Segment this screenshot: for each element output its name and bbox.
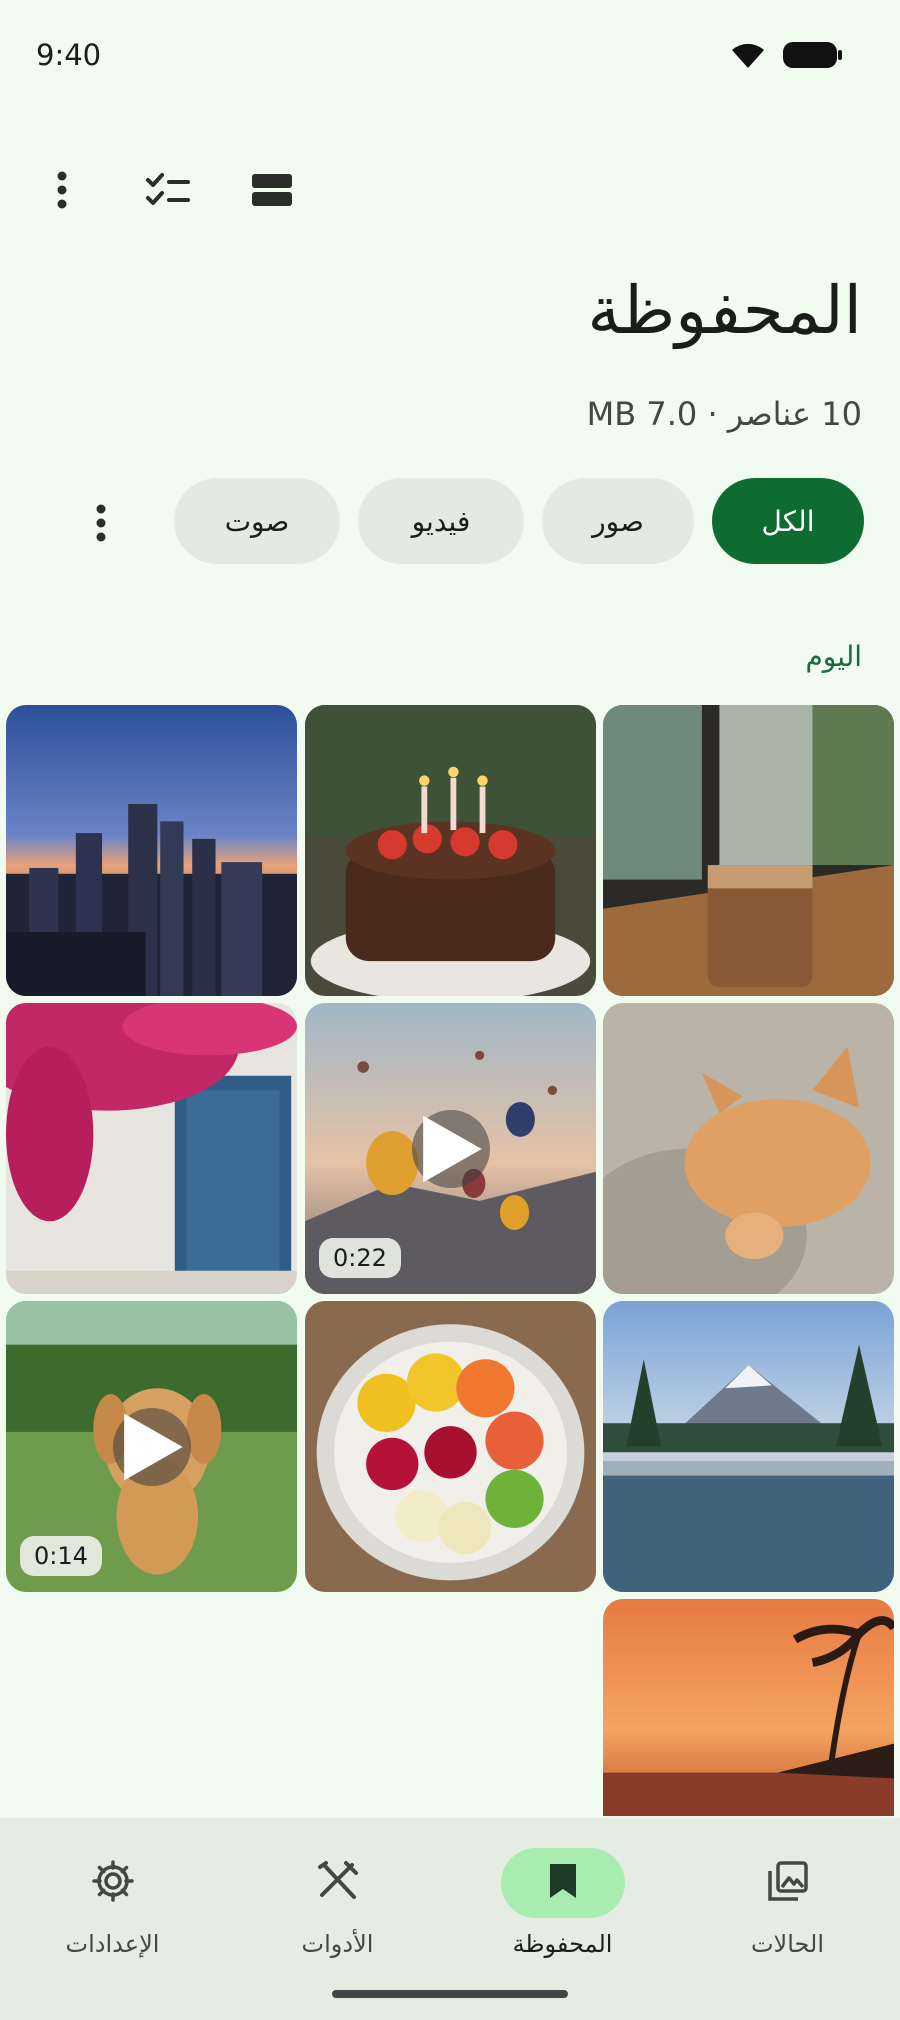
media-tile-sunset[interactable] xyxy=(603,1599,894,1816)
nav-label: الأدوات xyxy=(301,1930,374,1958)
top-toolbar xyxy=(0,150,900,230)
home-indicator[interactable] xyxy=(332,1990,568,1998)
nav-saved[interactable]: المحفوظة xyxy=(450,1848,675,1978)
media-tile-flowers[interactable] xyxy=(6,1003,297,1294)
more-vert-icon xyxy=(95,504,107,546)
nav-label: الإعدادات xyxy=(65,1930,160,1958)
more-options-button[interactable] xyxy=(30,160,94,224)
media-tile-lake[interactable] xyxy=(603,1301,894,1592)
section-label-today: اليوم xyxy=(805,640,862,673)
bottom-navigation: الحالات المحفوظة الأدوات الإعدادات xyxy=(0,1818,900,2020)
media-tile-cake[interactable] xyxy=(305,705,596,996)
chip-audio[interactable]: صوت xyxy=(174,478,340,564)
status-icons xyxy=(728,40,844,74)
chip-all[interactable]: الكل xyxy=(712,478,864,564)
nav-tools[interactable]: الأدوات xyxy=(225,1848,450,1978)
nav-label: الحالات xyxy=(750,1930,825,1958)
video-duration: 0:22 xyxy=(319,1238,401,1278)
media-tile-fruit[interactable] xyxy=(305,1301,596,1592)
checklist-icon xyxy=(145,172,191,212)
more-vert-icon xyxy=(56,171,68,213)
media-tile-coffee[interactable] xyxy=(603,705,894,996)
status-bar: 9:40 xyxy=(0,0,900,110)
bookmark-icon xyxy=(548,1862,578,1904)
media-tile-city[interactable] xyxy=(6,705,297,996)
media-tile-kitten[interactable] xyxy=(603,1003,894,1294)
select-items-button[interactable] xyxy=(136,160,200,224)
settings-icon xyxy=(91,1859,135,1907)
chip-images[interactable]: صور xyxy=(542,478,694,564)
nav-settings[interactable]: الإعدادات xyxy=(0,1848,225,1978)
page-title: المحفوظة xyxy=(587,272,862,349)
media-tile-puppy[interactable]: 0:14 xyxy=(6,1301,297,1592)
wifi-icon xyxy=(728,40,768,74)
filter-chips: الكل صور فيديو صوت xyxy=(174,478,864,564)
view-list-icon xyxy=(251,173,293,211)
play-icon xyxy=(411,1109,490,1188)
filter-more-button[interactable] xyxy=(76,500,126,550)
nav-label: المحفوظة xyxy=(512,1930,613,1958)
page-subtitle: 10 عناصر · 7.0 MB xyxy=(586,395,862,433)
battery-icon xyxy=(782,41,844,73)
status-time: 9:40 xyxy=(36,38,102,72)
media-tile-balloons[interactable]: 0:22 xyxy=(305,1003,596,1294)
play-icon xyxy=(112,1407,191,1486)
nav-statuses[interactable]: الحالات xyxy=(675,1848,900,1978)
gallery-icon xyxy=(766,1859,810,1907)
video-duration: 0:14 xyxy=(20,1536,102,1576)
tools-icon xyxy=(316,1859,360,1907)
chip-videos[interactable]: فيديو xyxy=(358,478,524,564)
view-mode-button[interactable] xyxy=(240,160,304,224)
